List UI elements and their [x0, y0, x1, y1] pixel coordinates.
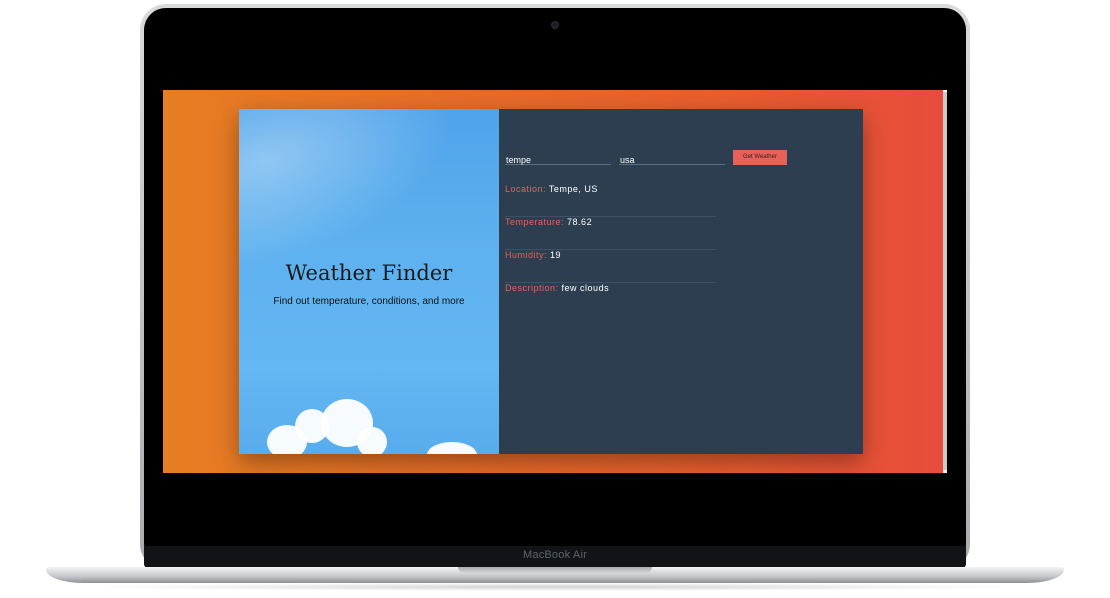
city-input[interactable] [505, 153, 611, 167]
temperature-value: 78.62 [567, 217, 593, 227]
country-field [619, 150, 725, 167]
page-title: Weather Finder [285, 261, 453, 285]
temperature-row: Temperature: 78.62 [505, 217, 716, 250]
humidity-row: Humidity: 19 [505, 250, 716, 283]
location-label: Location: [505, 184, 547, 194]
browser-viewport: Weather Finder Find out temperature, con… [163, 90, 947, 473]
description-label: Description: [505, 283, 559, 293]
weather-card: Weather Finder Find out temperature, con… [239, 109, 863, 454]
form-panel: Get Weather Location: Tempe, US Temperat… [499, 109, 863, 454]
camera-icon [552, 22, 558, 28]
location-value: Tempe, US [548, 184, 598, 194]
laptop-notch [458, 567, 652, 573]
laptop-shadow [80, 583, 1030, 591]
scrollbar-thumb[interactable] [943, 92, 947, 470]
cloud-shape [357, 427, 387, 454]
humidity-value: 19 [550, 250, 562, 260]
device-frame: Weather Finder Find out temperature, con… [0, 0, 1110, 598]
description-value: few clouds [561, 283, 610, 293]
page-subtitle: Find out temperature, conditions, and mo… [273, 296, 465, 307]
humidity-label: Humidity: [505, 250, 548, 260]
location-row: Location: Tempe, US [505, 184, 716, 217]
temperature-label: Temperature: [505, 217, 565, 227]
cloud-shape [427, 442, 477, 454]
scrollbar-track[interactable] [943, 90, 947, 473]
description-row: Description: few clouds [505, 283, 716, 316]
country-input[interactable] [619, 153, 725, 167]
device-brand-label: MacBook Air [523, 549, 587, 561]
get-weather-button[interactable]: Get Weather [733, 150, 787, 165]
hero-panel: Weather Finder Find out temperature, con… [239, 109, 499, 454]
city-field [505, 150, 611, 167]
